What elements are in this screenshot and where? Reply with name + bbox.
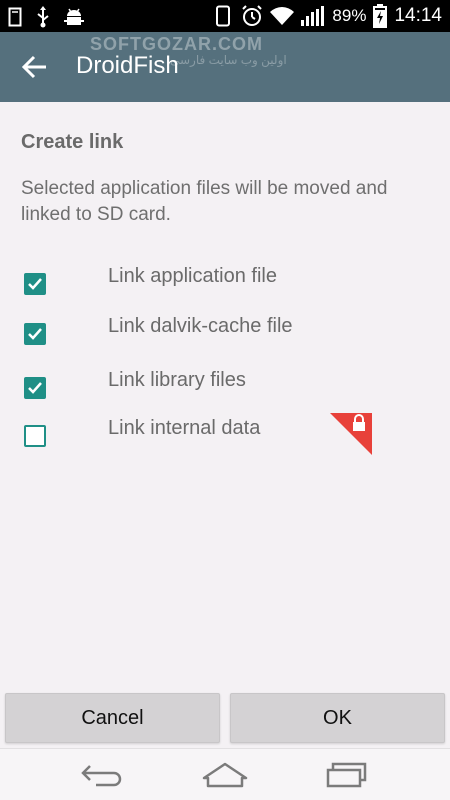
screen-icon — [8, 7, 22, 27]
option-label: Link dalvik-cache file — [108, 315, 293, 337]
checkbox-unchecked[interactable] — [24, 425, 46, 447]
status-system: 89% 14:14 — [212, 4, 442, 28]
dialog-title: Create link — [21, 131, 124, 153]
cancel-button[interactable]: Cancel — [5, 693, 220, 743]
option-link-internal-data[interactable]: Link internal data — [0, 414, 450, 458]
navigation-bar — [0, 748, 450, 800]
wifi-icon — [270, 6, 295, 26]
dialog-message: Selected application files will be moved… — [21, 178, 388, 225]
phone-rotate-icon — [212, 5, 234, 27]
checkbox-checked[interactable] — [24, 377, 46, 399]
signal-icon — [301, 6, 325, 26]
clock: 14:14 — [394, 5, 442, 26]
lock-icon — [330, 413, 372, 455]
alarm-icon — [241, 5, 263, 27]
battery-percent: 89% — [332, 6, 367, 25]
watermark-subtitle: اولین وب سایت فارسی — [170, 53, 287, 67]
status-notifications — [8, 6, 84, 28]
nav-home-icon[interactable] — [200, 759, 250, 791]
checkbox-checked[interactable] — [24, 323, 46, 345]
back-arrow-icon[interactable] — [20, 52, 50, 82]
status-bar: 89% 14:14 — [0, 0, 450, 32]
action-bar: SOFTGOZAR.COM اولین وب سایت فارسی DroidF… — [0, 32, 450, 102]
battery-charging-icon — [373, 4, 388, 28]
android-debug-icon — [64, 7, 84, 27]
nav-back-icon[interactable] — [78, 759, 128, 791]
nav-recent-apps-icon[interactable] — [322, 759, 372, 791]
ok-button[interactable]: OK — [230, 693, 445, 743]
option-link-library-files[interactable]: Link library files — [0, 366, 450, 410]
option-label: Link internal data — [108, 417, 261, 439]
option-label: Link application file — [108, 265, 277, 287]
app-title: DroidFish — [76, 52, 179, 79]
option-link-dalvik-cache-file[interactable]: Link dalvik-cache file — [0, 312, 450, 356]
option-link-application-file[interactable]: Link application file — [0, 262, 450, 306]
option-label: Link library files — [108, 369, 246, 391]
checkbox-checked[interactable] — [24, 273, 46, 295]
usb-icon — [36, 6, 50, 28]
